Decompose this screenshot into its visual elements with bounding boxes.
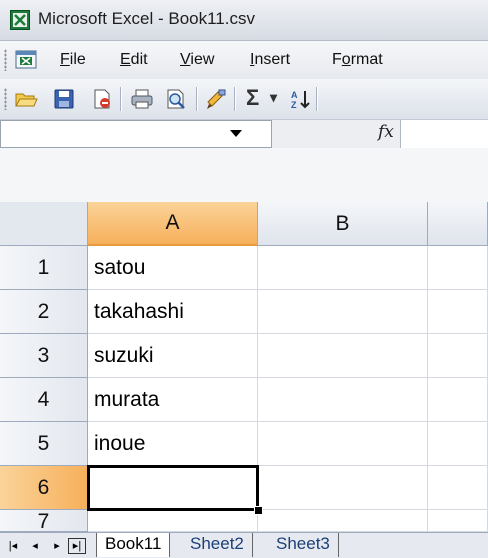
row-header-5[interactable]: 5 [0,422,88,466]
open-icon[interactable] [14,88,38,110]
workbook-icon[interactable] [14,49,40,71]
row-header-7[interactable]: 7 [0,510,88,532]
print-icon[interactable] [130,88,154,110]
fill-handle[interactable] [254,506,263,515]
cell-b2[interactable] [258,290,428,334]
previous-sheet-icon[interactable]: ◂ [28,539,42,553]
cell-b6[interactable] [258,466,428,510]
cell-a4[interactable]: murata [88,378,258,422]
active-cell-border [87,465,259,511]
cell-a3[interactable]: suzuki [88,334,258,378]
cell-b4[interactable] [258,378,428,422]
next-sheet-icon[interactable]: ▸ [50,539,64,553]
cell-c1[interactable] [428,246,488,290]
cell-c3[interactable] [428,334,488,378]
menu-bar: File Edit View Insert Format [0,41,488,79]
menu-file[interactable]: File [60,51,86,69]
tab-sheet3[interactable]: Sheet3 [268,533,339,557]
menu-format[interactable]: Format [332,51,383,69]
column-header-a[interactable]: A [88,202,258,246]
cell-c6[interactable] [428,466,488,510]
tab-book11[interactable]: Book11 [96,533,171,557]
svg-text:A: A [291,90,298,100]
menu-insert[interactable]: Insert [250,51,290,69]
sheet-tabs-bar: |◂ ◂ ▸ ▸| Book11 Sheet2 Sheet3 [0,532,488,558]
cell-b7[interactable] [258,510,428,532]
cell-b1[interactable] [258,246,428,290]
toolbar-separator [316,87,318,111]
cell-a7[interactable] [88,510,258,532]
autosum-dropdown-icon[interactable]: ▾ [270,89,277,106]
print-preview-icon[interactable] [164,88,188,110]
format-painter-icon[interactable] [204,88,228,110]
cell-c5[interactable] [428,422,488,466]
formula-bar: fx [0,120,488,203]
name-box-dropdown-icon[interactable] [230,130,242,137]
menu-grip[interactable] [4,49,7,71]
cell-c7[interactable] [428,510,488,532]
last-sheet-icon[interactable]: ▸| [68,538,86,554]
toolbar-separator [234,87,236,111]
title-bar: Microsoft Excel - Book11.csv [0,0,488,41]
menu-view[interactable]: View [180,51,214,69]
row-header-1[interactable]: 1 [0,246,88,290]
formula-input[interactable] [400,120,488,148]
toolbar-grip[interactable] [4,88,7,110]
cell-c4[interactable] [428,378,488,422]
select-all-corner[interactable] [0,202,88,246]
permission-icon[interactable] [90,88,114,110]
row-header-4[interactable]: 4 [0,378,88,422]
cell-a1[interactable]: satou [88,246,258,290]
row-header-2[interactable]: 2 [0,290,88,334]
svg-text:Z: Z [291,100,297,110]
cell-a2[interactable]: takahashi [88,290,258,334]
save-icon[interactable] [52,88,76,110]
excel-icon [10,10,30,30]
cell-a5[interactable]: inoue [88,422,258,466]
row-header-6[interactable]: 6 [0,466,88,510]
toolbar-separator [196,87,198,111]
autosum-icon[interactable]: Σ [246,85,259,111]
tab-sheet2[interactable]: Sheet2 [182,533,253,557]
sort-ascending-icon[interactable]: A Z [288,88,312,110]
cell-b3[interactable] [258,334,428,378]
column-header-b[interactable]: B [258,202,428,246]
cell-b5[interactable] [258,422,428,466]
column-header-c[interactable] [428,202,488,246]
formula-bar-background [0,148,488,202]
insert-function-icon[interactable]: fx [378,122,394,142]
window-title: Microsoft Excel - Book11.csv [38,9,255,28]
standard-toolbar: Σ ▾ A Z [0,79,488,120]
first-sheet-icon[interactable]: |◂ [6,539,20,553]
row-header-3[interactable]: 3 [0,334,88,378]
toolbar-separator [120,87,122,111]
menu-edit[interactable]: Edit [120,51,148,69]
cell-c2[interactable] [428,290,488,334]
